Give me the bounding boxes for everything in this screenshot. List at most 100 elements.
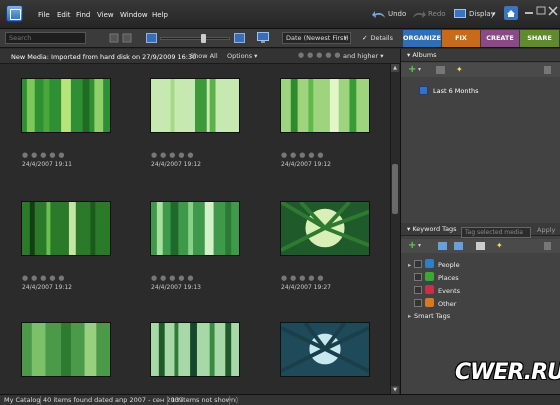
tag-label: Events (438, 287, 461, 295)
tags-toolbar: + ▾ ✦ (401, 239, 560, 253)
options-label: Options (227, 52, 253, 60)
catalog-name[interactable]: My Catalog (4, 395, 40, 405)
redo-button[interactable]: Redo (428, 10, 446, 18)
large-thumbs-icon[interactable] (234, 33, 245, 43)
and-higher-select[interactable]: and higher ▾ (339, 51, 387, 62)
tag-view-icon[interactable] (476, 242, 485, 250)
rating-stars[interactable]: ●●●●● (281, 151, 327, 159)
menu-view[interactable]: View (97, 11, 114, 19)
tag-label: Places (438, 274, 459, 282)
scroll-down-icon[interactable]: ▼ (391, 386, 399, 394)
redo-icon (413, 11, 426, 18)
details-label: Details (370, 34, 393, 42)
close-icon[interactable] (548, 6, 558, 16)
search-input[interactable]: Search (5, 32, 86, 44)
thumbnail-date: 24/4/2007 19:12 (151, 161, 201, 168)
thumbnail-date: 24/4/2007 19:27 (281, 284, 331, 291)
thumbnail-date: 24/4/2007 19:12 (281, 161, 331, 168)
rating-filter[interactable]: ●●●●● (298, 51, 344, 59)
tab-fix[interactable]: FIX (442, 30, 480, 47)
menu-help[interactable]: Help (152, 11, 168, 19)
show-all-button[interactable]: Show All (186, 51, 222, 62)
thumbnail[interactable] (280, 201, 370, 256)
rating-stars[interactable]: ●●●●● (281, 274, 327, 282)
thumbnail[interactable] (280, 322, 370, 377)
tag-row-events[interactable]: Events (408, 285, 460, 296)
display-chevron-icon: ▾ (492, 10, 496, 18)
thumbnail[interactable] (150, 322, 240, 377)
thumbnail-date: 24/4/2007 19:11 (22, 161, 72, 168)
delete-tag-icon[interactable] (544, 242, 551, 250)
thumbnail[interactable] (21, 201, 111, 256)
menu-edit[interactable]: Edit (57, 11, 71, 19)
add-tag-icon[interactable]: + (408, 240, 416, 251)
menu-file[interactable]: File (38, 11, 50, 19)
tab-organize[interactable]: ORGANIZE (403, 30, 441, 47)
tab-share[interactable]: SHARE (520, 30, 559, 47)
thumbnail[interactable] (21, 78, 111, 133)
add-tag-chevron-icon[interactable]: ▾ (418, 242, 421, 249)
minimize-icon[interactable] (524, 6, 534, 16)
undo-button[interactable]: Undo (388, 10, 406, 18)
tag-row-people[interactable]: ▸ People (408, 259, 460, 270)
menu-window[interactable]: Window (120, 11, 148, 19)
notification-icon[interactable]: ◊ (235, 395, 238, 405)
tag-row-smart-tags[interactable]: ▸ Smart Tags (408, 312, 450, 323)
lightbulb-icon[interactable]: ✦ (456, 65, 463, 74)
details-checkbox[interactable]: ✓ Details (362, 34, 393, 42)
display-icon (454, 9, 466, 18)
and-higher-label: and higher (343, 52, 379, 60)
scroll-up-icon[interactable]: ▲ (391, 64, 399, 72)
thumbnail-date: 24/4/2007 19:13 (151, 284, 201, 291)
rating-stars[interactable]: ●●●●● (22, 274, 68, 282)
lightbulb-icon[interactable]: ✦ (496, 241, 503, 250)
full-screen-icon[interactable] (257, 32, 269, 43)
tag-row-other[interactable]: Other (408, 298, 456, 309)
thumbnail[interactable] (280, 78, 370, 133)
album-last-6-months[interactable]: Last 6 Months (433, 87, 479, 95)
tab-create[interactable]: CREATE (481, 30, 519, 47)
rotate-right-icon[interactable] (122, 33, 132, 43)
album-icon (419, 86, 428, 95)
rating-stars[interactable]: ●●●●● (151, 151, 197, 159)
thumbnail-date: 24/4/2007 19:12 (22, 284, 72, 291)
tag-checkbox[interactable] (414, 286, 422, 294)
home-icon[interactable] (504, 6, 518, 20)
delete-album-icon[interactable] (544, 66, 551, 74)
display-button[interactable]: Display (469, 10, 495, 18)
rating-stars[interactable]: ●●●●● (151, 274, 197, 282)
places-tag-icon (425, 272, 434, 281)
rating-stars[interactable]: ●●●●● (22, 151, 68, 159)
tag-search-input[interactable]: Tag selected media (461, 227, 531, 238)
small-thumbs-icon[interactable] (146, 33, 157, 43)
tag-folder-icon[interactable] (454, 242, 463, 250)
people-tag-icon (425, 259, 434, 268)
zoom-slider-thumb[interactable] (201, 34, 206, 43)
add-album-icon[interactable]: + (408, 64, 416, 75)
tag-checkbox[interactable] (414, 299, 422, 307)
add-album-chevron-icon[interactable]: ▾ (418, 66, 421, 73)
thumbnail[interactable] (150, 78, 240, 133)
grid-scrollbar[interactable]: ▲ ▼ (390, 64, 399, 394)
tag-row-places[interactable]: Places (408, 272, 459, 283)
tag-checkbox[interactable] (414, 273, 422, 281)
scroll-thumb[interactable] (392, 164, 398, 214)
thumbnail[interactable] (21, 322, 111, 377)
apply-tags-button[interactable]: Apply (537, 226, 555, 234)
albums-title: Albums (412, 51, 437, 59)
zoom-slider[interactable] (160, 34, 230, 43)
rotate-left-icon[interactable] (109, 33, 119, 43)
divider (40, 396, 41, 405)
thumbnail[interactable] (150, 201, 240, 256)
edit-tag-icon[interactable] (438, 242, 447, 250)
albums-toolbar: + ▾ ✦ (401, 63, 560, 77)
undo-icon (372, 11, 385, 18)
maximize-icon[interactable] (536, 6, 546, 16)
albums-header[interactable]: ▾ Albums (401, 49, 560, 62)
edit-album-icon[interactable] (436, 66, 445, 74)
sort-select[interactable]: Date (Newest First) (282, 32, 351, 44)
options-button[interactable]: Options ▾ (223, 51, 261, 62)
menu-find[interactable]: Find (76, 11, 90, 19)
tag-checkbox[interactable] (414, 260, 422, 268)
menu-bar: File Edit Find View Window Help Undo Red… (0, 0, 560, 29)
